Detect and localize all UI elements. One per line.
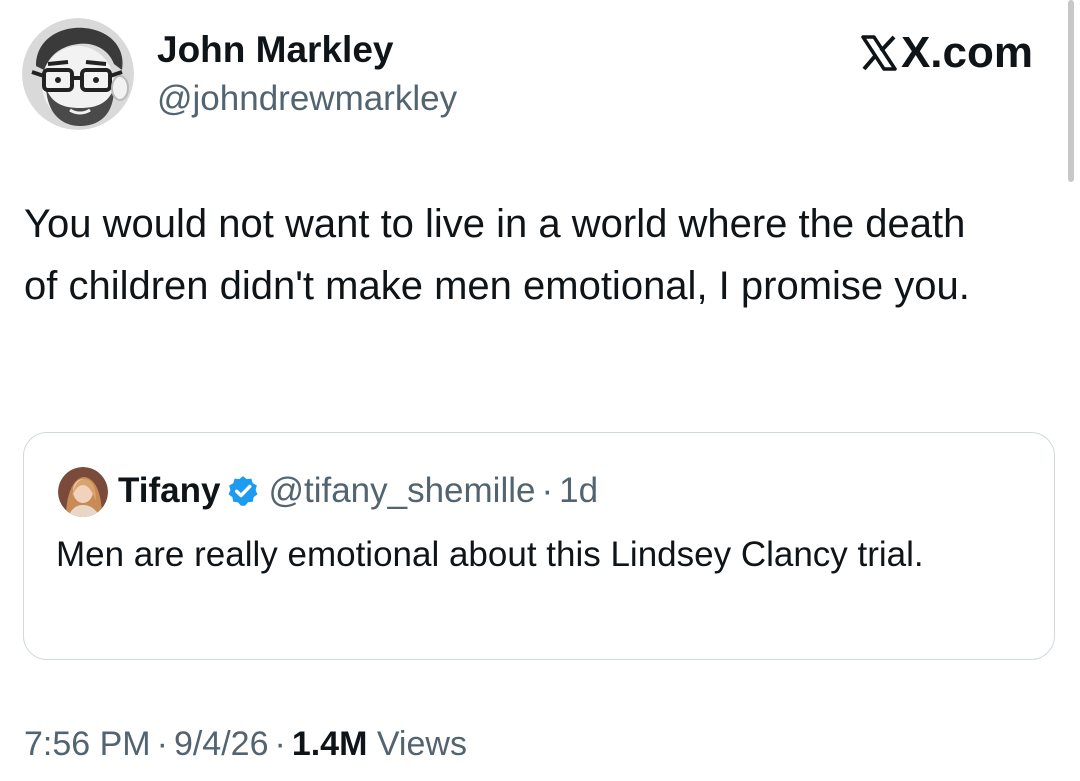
- brand-watermark: X.com: [859, 28, 1033, 78]
- quoted-tweet-age[interactable]: 1d: [559, 469, 598, 513]
- views-count: 1.4M: [291, 725, 368, 763]
- tweet-metadata: 7:56 PM · 9/4/26 · 1.4M Views: [24, 722, 467, 766]
- tweet-date[interactable]: 9/4/26: [174, 725, 269, 763]
- separator-dot: ·: [274, 725, 286, 763]
- author-avatar[interactable]: [22, 18, 134, 130]
- tweet-time[interactable]: 7:56 PM: [24, 725, 151, 763]
- quoted-tweet-header: Tifany @tifany_shemille · 1d: [118, 469, 598, 513]
- scrollbar[interactable]: [1068, 0, 1074, 182]
- quoted-tweet-text: Men are really emotional about this Lind…: [56, 535, 924, 574]
- x-logo-icon: [861, 35, 897, 71]
- author-name[interactable]: John Markley: [157, 28, 393, 72]
- separator-dot: ·: [156, 725, 168, 763]
- cartoon-man-glasses-beard-icon: [22, 18, 134, 130]
- tweet-text: You would not want to live in a world wh…: [24, 202, 970, 308]
- quoted-author-avatar[interactable]: [58, 467, 108, 517]
- verified-badge-icon: [228, 476, 258, 506]
- author-handle[interactable]: @johndrewmarkley: [157, 78, 457, 120]
- quoted-tweet-card[interactable]: Tifany @tifany_shemille · 1d Men are rea…: [23, 432, 1055, 660]
- woman-photo-avatar-icon: [58, 467, 108, 517]
- quoted-author-handle[interactable]: @tifany_shemille: [268, 469, 535, 513]
- brand-label: X.com: [900, 28, 1033, 77]
- views-label: Views: [376, 725, 467, 763]
- quoted-author-name[interactable]: Tifany: [118, 469, 220, 513]
- separator-dot: ·: [541, 471, 554, 510]
